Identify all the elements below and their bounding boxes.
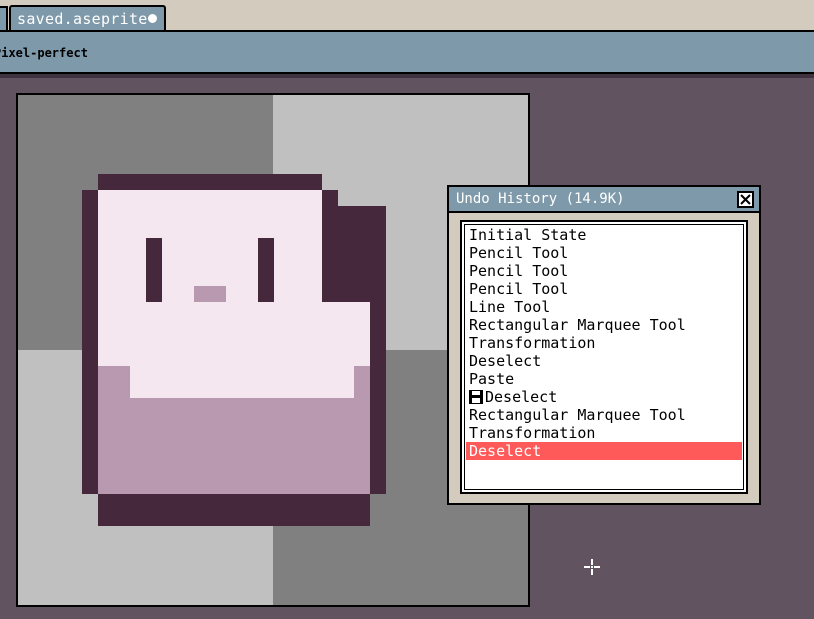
- sprite-outline: [98, 494, 370, 526]
- tab-title: saved.aseprite: [17, 10, 148, 28]
- undo-history-item-label: Pencil Tool: [469, 280, 569, 298]
- close-icon[interactable]: [737, 191, 754, 208]
- sprite-mouth: [194, 286, 226, 302]
- sprite-eye-left: [146, 238, 162, 302]
- undo-history-item[interactable]: Rectangular Marquee Tool: [466, 406, 742, 424]
- undo-history-item-label: Paste: [469, 370, 515, 388]
- undo-history-panel: Undo History (14.9K) Initial State Pencil…: [447, 185, 761, 505]
- undo-history-item-label: Transformation: [469, 334, 596, 352]
- undo-history-item[interactable]: Deselect: [466, 388, 742, 406]
- undo-history-item[interactable]: Transformation: [466, 334, 742, 352]
- undo-history-item[interactable]: Initial State: [466, 226, 742, 244]
- undo-history-item-label: Deselect: [469, 352, 542, 370]
- undo-history-title: Undo History (14.9K): [456, 191, 625, 207]
- sprite-outline: [98, 174, 322, 190]
- undo-history-item-label: Pencil Tool: [469, 262, 569, 280]
- sprite-face: [322, 302, 370, 366]
- undo-history-titlebar[interactable]: Undo History (14.9K): [449, 187, 759, 213]
- floppy-disk-icon: [469, 390, 483, 404]
- undo-history-item-label: Deselect: [485, 388, 558, 406]
- tab-bar: saved.aseprite: [0, 0, 814, 32]
- undo-history-item-label: Deselect: [469, 442, 542, 460]
- undo-history-items: Initial State Pencil Tool Pencil Tool Penci…: [466, 226, 742, 460]
- sprite-face: [130, 366, 354, 398]
- tab-document[interactable]: saved.aseprite: [9, 5, 166, 32]
- undo-history-item[interactable]: Deselect: [466, 442, 742, 460]
- undo-history-item[interactable]: Pencil Tool: [466, 280, 742, 298]
- undo-history-item[interactable]: Pencil Tool: [466, 244, 742, 262]
- sprite-eye-right: [258, 238, 274, 302]
- undo-history-item[interactable]: Line Tool: [466, 298, 742, 316]
- undo-history-item[interactable]: Rectangular Marquee Tool: [466, 316, 742, 334]
- undo-history-item[interactable]: Transformation: [466, 424, 742, 442]
- undo-history-item[interactable]: Deselect: [466, 352, 742, 370]
- tab-scroll-stub[interactable]: [0, 6, 8, 30]
- undo-history-item-label: Rectangular Marquee Tool: [469, 316, 686, 334]
- pixel-perfect-option[interactable]: Pixel-perfect: [0, 46, 88, 60]
- undo-history-item[interactable]: Pencil Tool: [466, 262, 742, 280]
- undo-history-item[interactable]: Paste: [466, 370, 742, 388]
- undo-history-item-label: Initial State: [469, 226, 587, 244]
- undo-history-item-label: Line Tool: [469, 298, 551, 316]
- undo-history-item-label: Rectangular Marquee Tool: [469, 406, 686, 424]
- context-bar-shadow: [0, 74, 814, 78]
- crosshair-icon: [584, 559, 600, 575]
- undo-history-item-label: Pencil Tool: [469, 244, 569, 262]
- context-bar: Pixel-perfect: [0, 30, 814, 74]
- unsaved-dot-icon[interactable]: [148, 14, 157, 23]
- sprite-face: [98, 190, 322, 366]
- undo-history-item-label: Transformation: [469, 424, 596, 442]
- undo-history-list[interactable]: Initial State Pencil Tool Pencil Tool Penci…: [460, 220, 748, 494]
